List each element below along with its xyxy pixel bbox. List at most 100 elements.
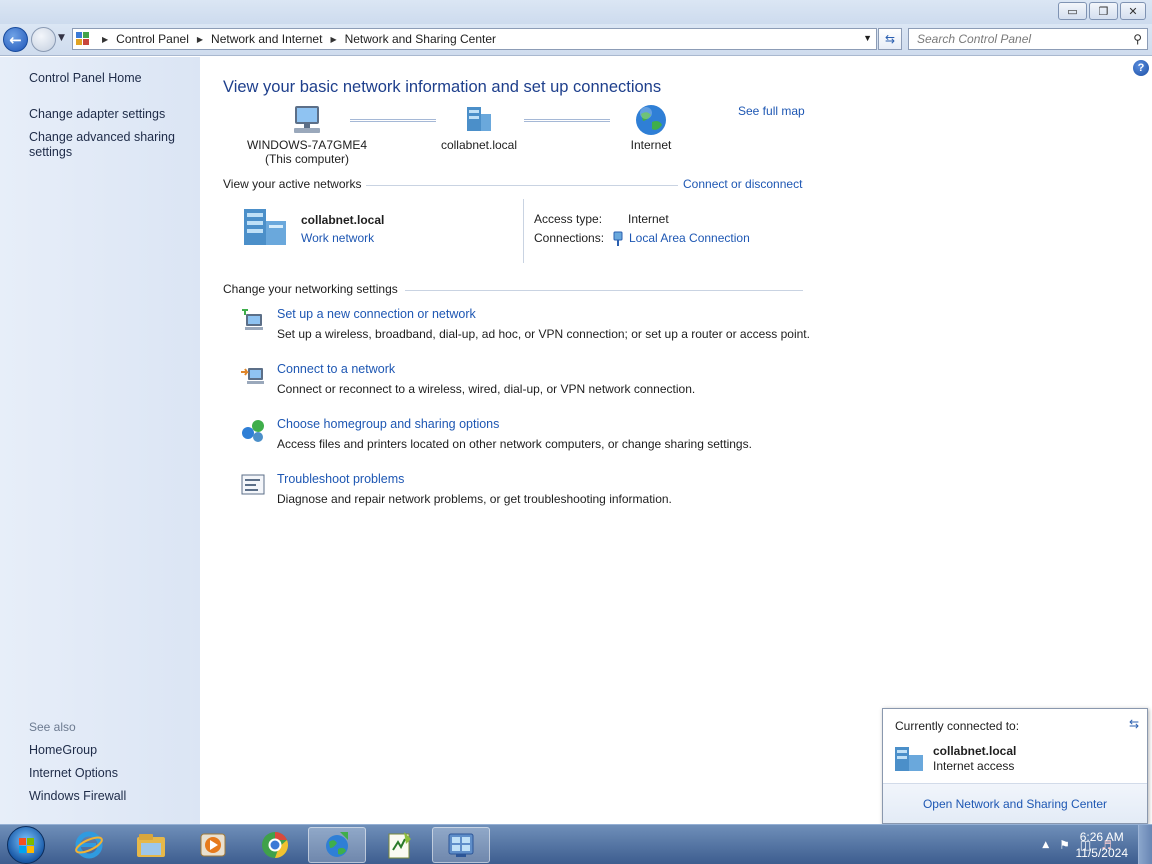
- flyout-title: Currently connected to:: [895, 719, 1020, 733]
- setup-connection-desc: Set up a wireless, broadband, dial-up, a…: [277, 327, 810, 341]
- globe-icon: [636, 105, 666, 135]
- connections-label: Connections:: [534, 231, 605, 245]
- address-bar[interactable]: ▶ Control Panel ▶ Network and Internet ▶…: [72, 28, 877, 50]
- troubleshoot-desc: Diagnose and repair network problems, or…: [277, 492, 672, 506]
- flyout-footer: Open Network and Sharing Center: [883, 783, 1147, 823]
- breadcrumb-control-panel[interactable]: Control Panel: [116, 32, 189, 46]
- media-player-icon: [200, 833, 226, 857]
- chevron-right-icon[interactable]: ▶: [102, 35, 108, 44]
- change-advanced-sharing-link[interactable]: Change advanced sharing settings: [29, 130, 189, 160]
- taskbar-internet-explorer[interactable]: [60, 827, 118, 863]
- map-node-computer: WINDOWS-7A7GME4 (This computer): [242, 104, 372, 166]
- refresh-button[interactable]: ⇆: [878, 28, 902, 50]
- flyout-access-status: Internet access: [933, 759, 1015, 773]
- internet-label: Internet: [630, 138, 672, 152]
- open-network-center-link[interactable]: Open Network and Sharing Center: [923, 797, 1107, 811]
- local-area-connection-link[interactable]: Local Area Connection: [629, 231, 750, 245]
- control-panel-icon: [76, 32, 90, 46]
- connect-network-link[interactable]: Connect to a network: [277, 362, 395, 376]
- access-type-value: Internet: [628, 212, 669, 226]
- see-also-label: See also: [29, 720, 76, 734]
- troubleshoot-icon: [241, 474, 265, 495]
- work-network-icon[interactable]: [241, 207, 291, 247]
- start-button[interactable]: [7, 826, 45, 864]
- work-network-link[interactable]: Work network: [301, 231, 374, 245]
- show-desktop-button[interactable]: [1138, 825, 1152, 864]
- section-divider: [405, 290, 803, 291]
- connect-disconnect-link[interactable]: Connect or disconnect: [683, 177, 802, 191]
- network-connections-icon[interactable]: ⇆: [1129, 717, 1139, 731]
- taskbar-chrome[interactable]: [246, 827, 304, 863]
- taskbar-network-app[interactable]: [308, 827, 366, 863]
- network-flyout: Currently connected to: ⇆ collabnet.loca…: [882, 708, 1148, 824]
- troubleshoot-link[interactable]: Troubleshoot problems: [277, 472, 404, 486]
- internet-options-link[interactable]: Internet Options: [29, 766, 118, 780]
- taskbar-control-panel[interactable]: [432, 827, 490, 863]
- computer-name: WINDOWS-7A7GME4: [246, 138, 367, 152]
- connect-network-desc: Connect or reconnect to a wireless, wire…: [277, 382, 696, 396]
- taskbar-explorer[interactable]: [122, 827, 180, 863]
- map-connector-line: [524, 119, 610, 122]
- page-title: View your basic network information and …: [223, 78, 662, 96]
- windows-firewall-link[interactable]: Windows Firewall: [29, 789, 126, 803]
- minimize-button[interactable]: ▭: [1058, 2, 1087, 20]
- control-panel-home-link[interactable]: Control Panel Home: [29, 71, 142, 85]
- active-network-name: collabnet.local: [301, 213, 385, 227]
- map-node-internet[interactable]: Internet: [611, 104, 691, 152]
- network-building-icon: [467, 107, 491, 131]
- breadcrumb-network-sharing-center[interactable]: Network and Sharing Center: [345, 32, 496, 46]
- taskbar-notepad-plus[interactable]: [370, 827, 428, 863]
- map-connector-line: [350, 119, 436, 122]
- window-controls: ▭ ❐ ✕: [1058, 2, 1146, 20]
- flyout-network-name[interactable]: collabnet.local: [933, 744, 1016, 758]
- show-hidden-icons-icon[interactable]: ▲: [1042, 840, 1049, 850]
- homegroup-sharing-link[interactable]: Choose homegroup and sharing options: [277, 417, 499, 431]
- title-bar: ▭ ❐ ✕: [0, 0, 1152, 24]
- computer-subtitle: (This computer): [264, 152, 350, 166]
- computer-icon: [294, 106, 320, 133]
- ethernet-icon: [613, 231, 623, 246]
- access-type-label: Access type:: [534, 212, 603, 226]
- homegroup-icon: [242, 420, 264, 442]
- navigation-bar: ← ▼ ▶ Control Panel ▶ Network and Intern…: [0, 24, 1152, 56]
- left-navigation-pane: Control Panel Home Change adapter settin…: [0, 57, 200, 824]
- forward-button[interactable]: [31, 27, 56, 52]
- control-panel-icon: [448, 833, 474, 857]
- vertical-divider: [523, 199, 524, 263]
- search-input[interactable]: Search Control Panel ⚲: [908, 28, 1148, 50]
- address-dropdown-icon[interactable]: ▼: [863, 33, 872, 43]
- setup-connection-link[interactable]: Set up a new connection or network: [277, 307, 476, 321]
- chevron-right-icon[interactable]: ▶: [330, 35, 336, 44]
- homegroup-link[interactable]: HomeGroup: [29, 743, 97, 757]
- map-node-network[interactable]: collabnet.local: [429, 104, 529, 152]
- globe-arrow-icon: [326, 832, 348, 857]
- taskbar: ▲ ⚑ ◫ ♬ 6:26 AM 11/5/2024: [0, 824, 1152, 864]
- internet-explorer-icon: [75, 831, 103, 859]
- network-name: collabnet.local: [440, 138, 518, 152]
- see-full-map-link[interactable]: See full map: [738, 104, 805, 118]
- breadcrumb-network-and-internet[interactable]: Network and Internet: [211, 32, 322, 46]
- windows-logo-icon: [19, 838, 35, 854]
- taskbar-media-player[interactable]: [184, 827, 242, 863]
- restore-button[interactable]: ❐: [1089, 2, 1118, 20]
- browser-icon: [262, 832, 288, 858]
- close-button[interactable]: ✕: [1120, 2, 1146, 20]
- folder-icon: [137, 834, 165, 857]
- connect-network-icon: [241, 368, 264, 384]
- clock-date: 11/5/2024: [1075, 846, 1129, 860]
- search-icon[interactable]: ⚲: [1133, 32, 1142, 46]
- chevron-right-icon[interactable]: ▶: [197, 35, 203, 44]
- recent-pages-dropdown[interactable]: ▼: [58, 33, 65, 43]
- homegroup-sharing-desc: Access files and printers located on oth…: [277, 437, 752, 451]
- network-building-icon: [895, 747, 923, 771]
- change-adapter-settings-link[interactable]: Change adapter settings: [29, 107, 165, 121]
- back-button[interactable]: ←: [3, 27, 28, 52]
- help-icon[interactable]: ?: [1133, 60, 1149, 76]
- new-connection-icon: [242, 309, 263, 330]
- action-center-flag-icon[interactable]: ⚑: [1059, 838, 1070, 852]
- active-networks-label: View your active networks: [223, 177, 362, 191]
- search-placeholder: Search Control Panel: [917, 32, 1032, 46]
- section-divider: [366, 185, 678, 186]
- notepad-icon: [388, 832, 411, 859]
- clock[interactable]: 6:26 AM 11/5/2024: [1076, 829, 1129, 861]
